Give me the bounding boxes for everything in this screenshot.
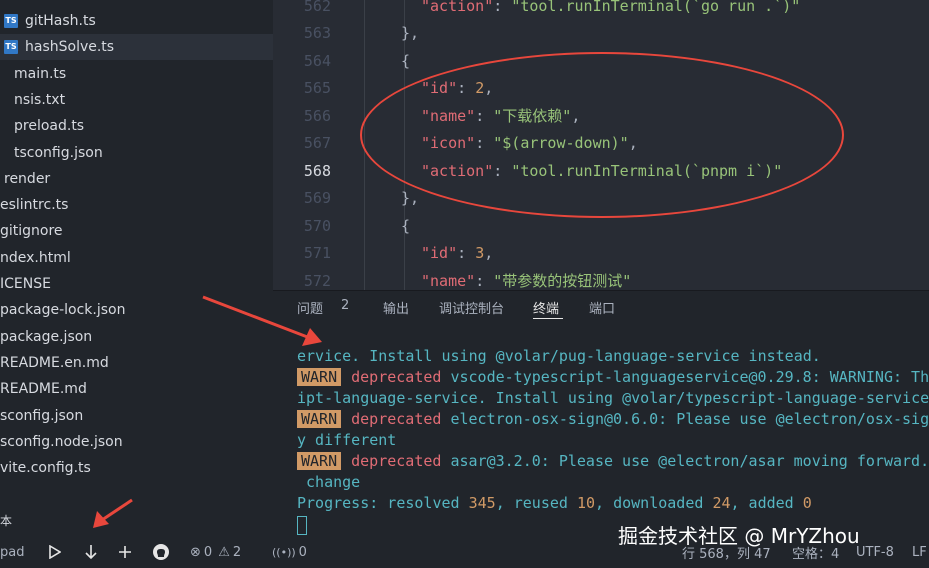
annotation-arrow-terminal	[202, 295, 322, 346]
watermark: 掘金技术社区 @ MrYZhou	[618, 524, 860, 548]
annotation-arrow-statusbar	[93, 498, 133, 528]
arrow-annotations	[93, 295, 322, 528]
